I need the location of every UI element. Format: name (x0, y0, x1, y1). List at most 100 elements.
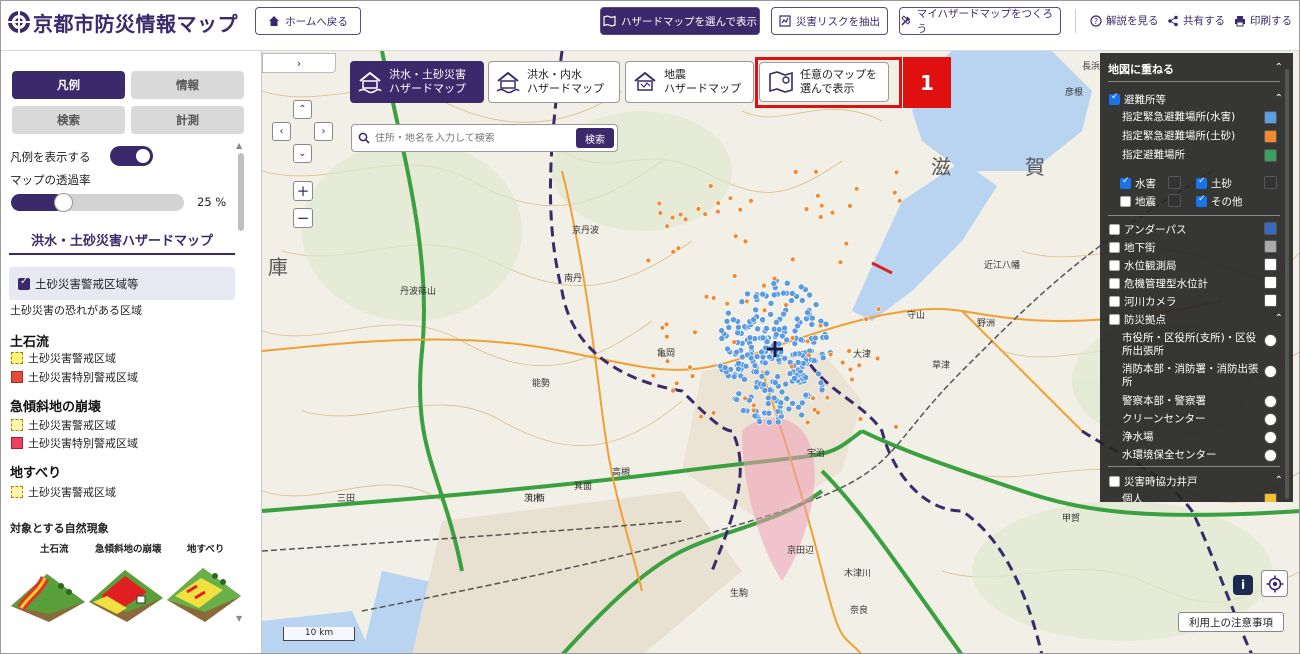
evacuation-marker[interactable] (735, 390, 743, 398)
evacuation-marker[interactable] (806, 291, 813, 299)
evacuation-marker[interactable] (819, 354, 827, 362)
sediment-evacuation-marker[interactable] (742, 395, 748, 401)
sediment-evacuation-marker[interactable] (656, 200, 662, 207)
evacuation-marker[interactable] (774, 418, 782, 426)
sediment-evacuation-marker[interactable] (677, 211, 684, 218)
sediment-evacuation-marker[interactable] (893, 169, 900, 176)
evacuation-marker[interactable] (780, 310, 787, 318)
evacuation-marker[interactable] (808, 314, 816, 322)
sediment-evacuation-marker[interactable] (804, 338, 811, 344)
evacuation-marker[interactable] (763, 369, 771, 377)
evacuation-marker[interactable] (788, 297, 795, 304)
evacuation-marker[interactable] (753, 368, 760, 376)
sediment-evacuation-marker[interactable] (664, 358, 671, 364)
water-level-gauge-checkbox[interactable] (1109, 278, 1120, 289)
evacuation-marker[interactable] (797, 336, 805, 344)
current-location-button[interactable] (1261, 570, 1288, 597)
filter-other-checkbox[interactable] (1196, 194, 1207, 207)
sediment-evacuation-marker[interactable] (645, 257, 652, 264)
river-camera-checkbox[interactable] (1109, 296, 1120, 307)
evacuation-marker[interactable] (822, 333, 830, 341)
tab-search[interactable]: 検索 (12, 106, 125, 134)
sediment-evacuation-marker[interactable] (689, 373, 696, 379)
sediment-evacuation-marker[interactable] (790, 256, 796, 263)
sediment-evacuation-marker[interactable] (810, 395, 816, 401)
evacuation-marker[interactable] (778, 388, 786, 396)
pan-left-button[interactable]: ‹ (272, 122, 291, 141)
evacuation-marker[interactable] (793, 315, 801, 323)
info-button[interactable]: i (1233, 575, 1253, 595)
sediment-evacuation-marker[interactable] (874, 355, 881, 362)
evacuation-marker[interactable] (759, 316, 766, 323)
evacuation-marker[interactable] (798, 411, 805, 419)
sediment-evacuation-marker[interactable] (659, 325, 666, 331)
filter-flood[interactable]: 水害 (1120, 176, 1156, 191)
pan-up-button[interactable]: ⌃ (293, 100, 312, 119)
underpass-layer-row[interactable]: アンダーパス (1109, 222, 1186, 237)
cooperation-well-checkbox[interactable] (1109, 476, 1120, 487)
underground-mall-row[interactable]: 地下街 (1109, 240, 1156, 255)
evacuation-marker[interactable] (783, 395, 791, 402)
collapse-chevron-icon[interactable]: ⌃ (1275, 93, 1283, 104)
sediment-evacuation-marker[interactable] (815, 409, 821, 416)
sediment-evacuation-marker[interactable] (670, 249, 676, 255)
filter-flood-checkbox[interactable] (1120, 176, 1131, 189)
sediment-evacuation-marker[interactable] (827, 351, 834, 358)
tab-flood-sediment-map[interactable]: 洪水・土砂災害 ハザードマップ (350, 61, 484, 103)
overlay-scrollbar[interactable] (1285, 69, 1289, 499)
sediment-evacuation-marker[interactable] (813, 169, 819, 175)
evacuation-marker[interactable] (754, 325, 761, 333)
evacuation-marker[interactable] (774, 408, 782, 415)
sidebar-scrollbar[interactable] (238, 153, 244, 231)
evacuation-marker[interactable] (723, 317, 731, 325)
sediment-evacuation-marker[interactable] (724, 301, 730, 307)
evacuation-marker[interactable] (742, 362, 750, 370)
evacuation-marker[interactable] (781, 324, 788, 332)
underground-mall-checkbox[interactable] (1109, 242, 1120, 253)
sidebar-collapse-button[interactable]: › (262, 53, 336, 73)
evacuation-marker[interactable] (783, 279, 791, 287)
water-level-gauge-row[interactable]: 危機管理型水位計 (1109, 276, 1208, 291)
map-area[interactable]: 滋 賀 庫 亀岡 大津 草津 守山 野洲 宇治 奈良 京田辺 高槻 茨木 箕面 … (262, 51, 1299, 653)
share-link[interactable]: 共有する (1167, 13, 1225, 28)
sediment-evacuation-marker[interactable] (727, 195, 734, 201)
sediment-evacuation-marker[interactable] (698, 414, 704, 420)
evacuation-marker[interactable] (740, 407, 747, 414)
pan-right-button[interactable]: › (314, 122, 333, 141)
tab-measure[interactable]: 計測 (131, 106, 244, 134)
evacuation-marker[interactable] (815, 370, 822, 378)
sediment-evacuation-marker[interactable] (824, 395, 831, 401)
evacuation-marker[interactable] (817, 379, 825, 387)
tab-flood-inland-map[interactable]: 洪水・内水 ハザードマップ (488, 61, 620, 103)
filter-earthquake[interactable]: 地震 (1120, 194, 1156, 209)
evacuation-marker[interactable] (761, 359, 769, 367)
sediment-evacuation-marker[interactable] (670, 388, 676, 394)
evacuation-marker[interactable] (734, 329, 741, 337)
evacuation-marker[interactable] (804, 309, 811, 316)
evacuation-marker[interactable] (791, 340, 799, 347)
evacuation-marker[interactable] (735, 365, 742, 373)
evacuation-marker[interactable] (767, 311, 774, 318)
evacuation-marker[interactable] (770, 280, 778, 287)
evacuation-marker[interactable] (760, 381, 768, 388)
evacuation-marker[interactable] (764, 394, 772, 402)
usage-notice-button[interactable]: 利用上の注意事項 (1178, 612, 1284, 632)
evacuation-marker[interactable] (733, 396, 740, 403)
evacuation-marker[interactable] (778, 332, 786, 340)
sediment-evacuation-marker[interactable] (806, 352, 812, 358)
evacuation-marker[interactable] (756, 418, 763, 425)
transparency-slider[interactable] (11, 193, 184, 212)
sediment-evacuation-marker[interactable] (853, 186, 860, 192)
sediment-evacuation-marker[interactable] (817, 323, 824, 329)
sediment-evacuation-marker[interactable] (771, 275, 778, 282)
sediment-evacuation-marker[interactable] (731, 339, 737, 345)
sediment-evacuation-marker[interactable] (657, 210, 663, 216)
tab-legend[interactable]: 凡例 (12, 71, 125, 99)
sediment-evacuation-marker[interactable] (892, 189, 898, 196)
sediment-evacuation-marker[interactable] (893, 424, 899, 430)
sediment-evacuation-marker[interactable] (715, 200, 721, 206)
sediment-evacuation-marker[interactable] (695, 206, 702, 212)
evacuation-marker[interactable] (789, 399, 796, 407)
show-legend-toggle[interactable] (110, 146, 153, 166)
collapse-chevron-icon[interactable]: ⌃ (1275, 62, 1283, 73)
